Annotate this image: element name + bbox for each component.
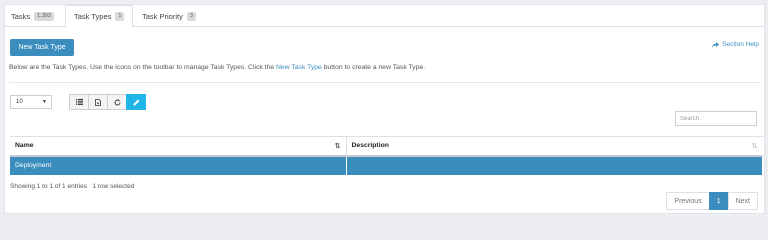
page-length-select[interactable]: 10 ▼	[10, 95, 52, 109]
table-info: Showing 1 to 1 of 1 entries 1 row select…	[10, 183, 134, 190]
task-types-table: Name ⇅ Description ⇅ Deployment	[10, 136, 763, 175]
tab-tasks[interactable]: Tasks 1,303	[11, 5, 54, 27]
sort-ascending-icon: ⇅	[334, 143, 341, 150]
info-text: Below are the Task Types. Use the icons …	[9, 64, 425, 71]
tab-task-types-label: Task Types	[74, 12, 112, 21]
table-header-row: Name ⇅ Description ⇅	[10, 136, 763, 157]
divider	[9, 82, 760, 83]
list-view-button[interactable]	[69, 94, 89, 110]
chevron-down-icon: ▼	[42, 99, 47, 105]
info-text-after: button to create a new Task Type.	[321, 64, 426, 71]
tab-task-types[interactable]: Task Types 1	[65, 5, 134, 28]
tab-tasks-count: 1,303	[34, 11, 54, 21]
edit-icon	[133, 99, 139, 105]
tab-task-priority[interactable]: Task Priority 3	[142, 5, 196, 27]
section-help-link[interactable]: Section Help	[712, 41, 759, 48]
info-text-before: Below are the Task Types. Use the icons …	[9, 64, 276, 71]
edit-button[interactable]	[126, 94, 146, 110]
cell-description	[346, 155, 763, 175]
next-page-button[interactable]: Next	[727, 192, 758, 210]
tab-tasks-label: Tasks	[11, 11, 31, 21]
info-new-task-type-link[interactable]: New Task Type	[276, 64, 322, 71]
selection-info: 1 row selected	[92, 183, 135, 190]
export-button[interactable]	[88, 94, 108, 110]
column-header-name-label: Name	[15, 142, 34, 150]
sort-icon: ⇅	[751, 143, 758, 150]
export-icon	[95, 98, 101, 106]
refresh-button[interactable]	[107, 94, 127, 110]
column-header-description-label: Description	[351, 142, 389, 150]
column-header-name[interactable]: Name ⇅	[10, 136, 346, 157]
share-arrow-icon	[712, 41, 720, 48]
tab-task-priority-label: Task Priority	[142, 11, 183, 21]
page-1-button[interactable]: 1	[708, 192, 729, 210]
refresh-icon	[114, 98, 120, 105]
table-toolbar	[69, 94, 146, 110]
tab-task-priority-count: 3	[186, 11, 196, 21]
pagination: Previous 1 Next	[666, 192, 758, 210]
entries-info: Showing 1 to 1 of 1 entries	[10, 183, 87, 190]
main-panel: Tasks 1,303 Task Types 1 Task Priority 3…	[4, 4, 765, 214]
list-icon	[75, 99, 83, 105]
section-help-label: Section Help	[722, 41, 759, 48]
column-header-description[interactable]: Description ⇅	[345, 136, 763, 157]
tab-bar: Tasks 1,303 Task Types 1 Task Priority 3	[5, 5, 764, 28]
cell-name: Deployment	[10, 155, 347, 175]
previous-page-button[interactable]: Previous	[666, 192, 710, 210]
page-length-value: 10	[16, 99, 23, 105]
table-row[interactable]: Deployment	[10, 155, 763, 175]
new-task-type-button[interactable]: New Task Type	[10, 39, 74, 56]
tab-task-types-count: 1	[115, 12, 125, 21]
search-input[interactable]	[675, 111, 757, 126]
